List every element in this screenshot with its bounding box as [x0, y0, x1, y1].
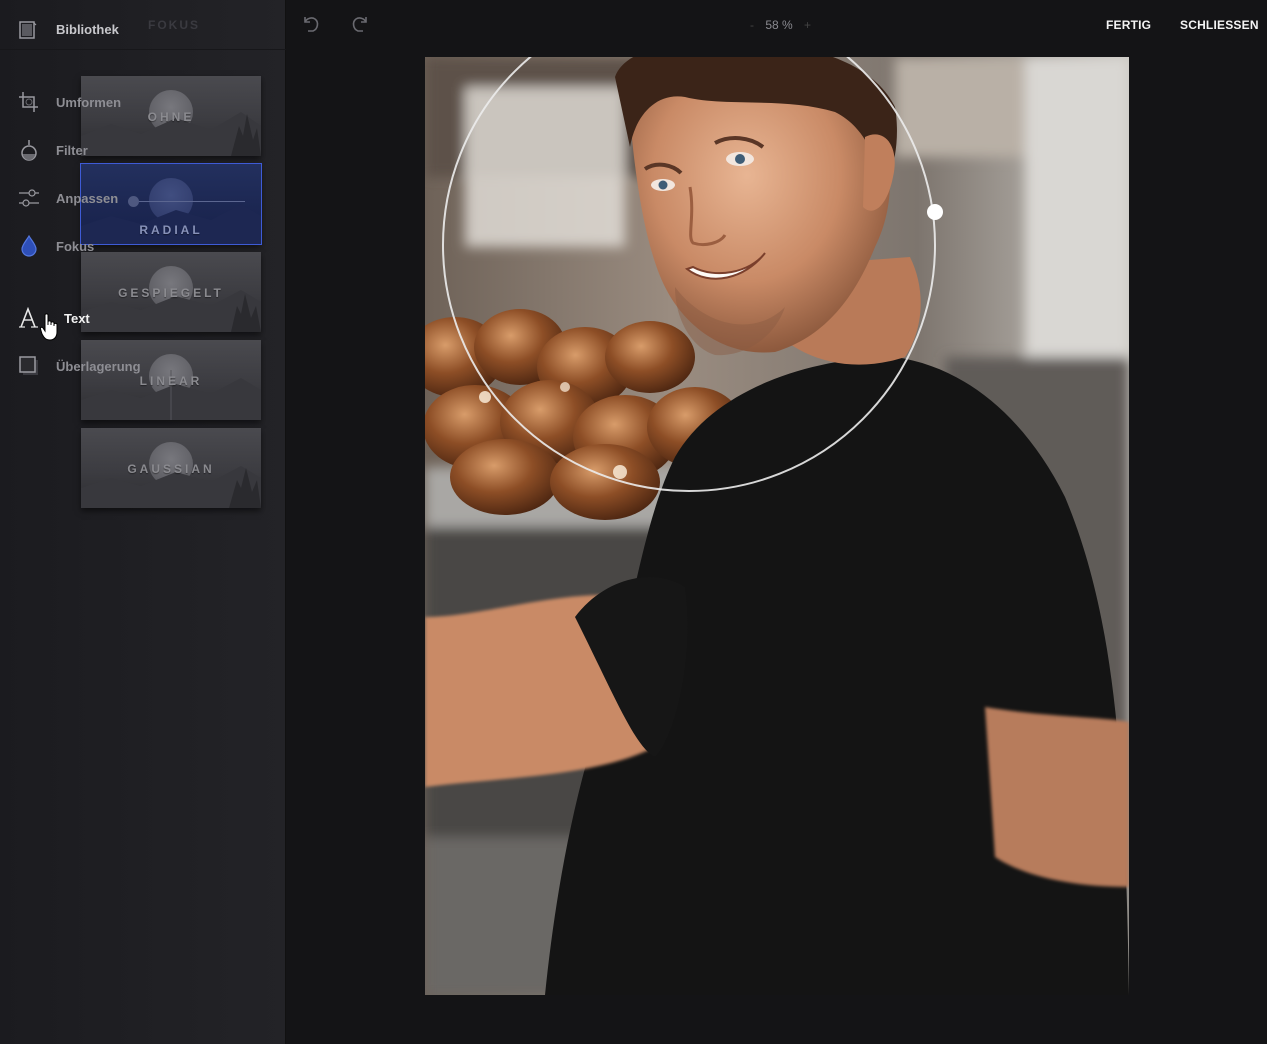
- nav-label: Überlagerung: [56, 359, 141, 374]
- nav-item-filter[interactable]: Filter: [18, 139, 128, 163]
- nav-label: Filter: [56, 143, 88, 158]
- focus-resize-handle[interactable]: [927, 204, 943, 220]
- sidebar-header: Bibliothek FOKUS: [0, 0, 286, 50]
- square-icon: [19, 356, 38, 375]
- preset-linear[interactable]: LINEAR: [81, 340, 261, 420]
- sliders-icon: [19, 189, 39, 207]
- nav-label: Fokus: [56, 239, 95, 254]
- preset-gaussian[interactable]: GAUSSIAN: [81, 428, 261, 508]
- library-button[interactable]: Bibliothek: [18, 20, 119, 40]
- done-button[interactable]: FERTIG: [1106, 18, 1151, 32]
- drop-icon: [21, 235, 37, 257]
- redo-icon[interactable]: [349, 13, 371, 35]
- close-button[interactable]: SCHLIESSEN: [1180, 18, 1259, 32]
- preset-label: GAUSSIAN: [127, 462, 215, 476]
- slider-track: [133, 201, 245, 202]
- flask-icon: [21, 140, 37, 161]
- tool-nav: Umformen Filter Anpassen Fokus Text Über…: [0, 0, 286, 1044]
- zoom-value: 58 %: [765, 18, 793, 32]
- nav-item-text[interactable]: Text: [18, 307, 128, 341]
- undo-icon[interactable]: [300, 13, 322, 35]
- focus-ring[interactable]: [442, 57, 936, 492]
- radial-focus-overlay[interactable]: [425, 57, 1129, 995]
- nav-item-transform[interactable]: Umformen: [18, 91, 138, 115]
- image-canvas[interactable]: [425, 57, 1129, 995]
- nav-item-adjust[interactable]: Anpassen: [18, 187, 138, 211]
- hand-cursor-icon: [40, 313, 58, 341]
- nav-item-focus[interactable]: Fokus: [18, 235, 128, 259]
- preset-label: GESPIEGELT: [118, 286, 224, 300]
- nav-item-overlay[interactable]: Überlagerung: [18, 355, 148, 379]
- book-icon: [19, 21, 37, 39]
- zoom-in-button[interactable]: +: [804, 18, 811, 32]
- sidebar: Bibliothek FOKUS OHNE RADIAL GESPIEGELT …: [0, 0, 286, 1044]
- nav-label: Umformen: [56, 95, 122, 110]
- zoom-control: - 58 % +: [742, 18, 819, 32]
- library-label: Bibliothek: [56, 22, 119, 37]
- nav-label: Text: [64, 311, 90, 326]
- zoom-out-button[interactable]: -: [750, 18, 754, 32]
- text-icon: [19, 307, 38, 328]
- crop-icon: [19, 92, 38, 112]
- top-toolbar: - 58 % + FERTIG SCHLIESSEN: [286, 0, 1267, 50]
- nav-label: Anpassen: [56, 191, 119, 206]
- panel-title: FOKUS: [148, 18, 200, 32]
